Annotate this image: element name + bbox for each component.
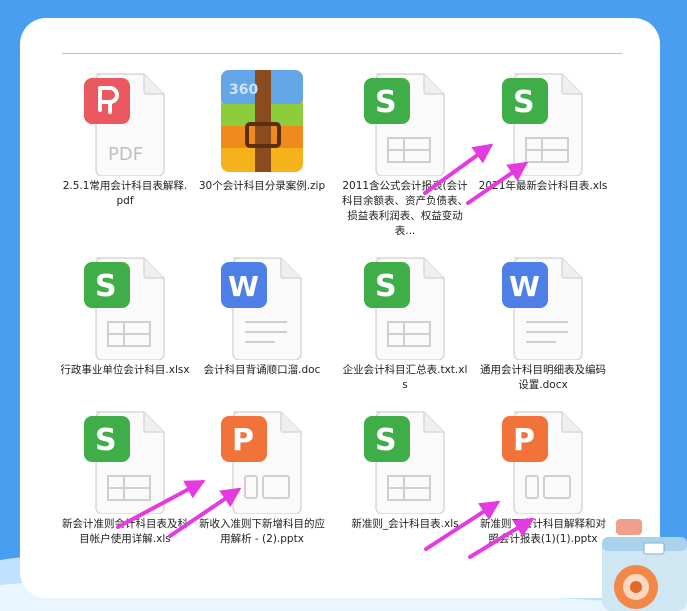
divider-line bbox=[62, 53, 622, 54]
file-name-label: 新准则下会计科目解释和对照会计报表(1)(1).pptx bbox=[480, 518, 606, 545]
file-tile[interactable]: S 行政事业单位会计科目.xlsx bbox=[60, 250, 190, 430]
file-tile[interactable]: PDF 2.5.1常用会计科目表解释.pdf bbox=[60, 66, 190, 246]
file-name-label: 30个会计科目分录案例.zip bbox=[198, 180, 326, 192]
file-tile[interactable]: S 新会计准则会计科目表及科目帐户使用详解.xls bbox=[60, 404, 190, 584]
file-tile[interactable]: 360 30个会计科目分录案例.zip bbox=[197, 66, 327, 246]
svg-text:W: W bbox=[509, 270, 540, 303]
svg-text:S: S bbox=[513, 85, 535, 120]
camera-illustration-icon bbox=[602, 519, 687, 611]
svg-text:S: S bbox=[375, 269, 397, 304]
file-name-label: 2.5.1常用会计科目表解释.pdf bbox=[62, 180, 188, 207]
file-tile[interactable]: W 通用会计科目明细表及编码设置.docx bbox=[478, 250, 608, 430]
file-tile[interactable]: P 新收入准则下新增科目的应用解析 - (2).pptx bbox=[197, 404, 327, 584]
file-name-label: 2011含公式会计报表(会计科目余额表、资产负债表、损益表利润表、权益变动表..… bbox=[342, 180, 468, 237]
spreadsheet-file-icon[interactable]: S bbox=[360, 250, 450, 361]
spreadsheet-file-icon[interactable]: S bbox=[80, 404, 170, 515]
svg-text:W: W bbox=[228, 270, 259, 303]
file-name-label: 企业会计科目汇总表.txt.xls bbox=[342, 364, 468, 391]
zip-archive-icon[interactable]: 360 bbox=[217, 66, 307, 176]
svg-text:S: S bbox=[95, 423, 117, 458]
word-file-icon[interactable]: W bbox=[217, 250, 307, 361]
file-tile[interactable]: S 2021年最新会计科目表.xls bbox=[478, 66, 608, 246]
presentation-file-icon[interactable]: P bbox=[498, 404, 588, 515]
svg-text:S: S bbox=[375, 85, 397, 120]
pdf-file-icon[interactable]: PDF bbox=[80, 66, 170, 177]
svg-text:PDF: PDF bbox=[108, 144, 143, 165]
file-tile[interactable]: S 企业会计科目汇总表.txt.xls bbox=[340, 250, 470, 430]
word-file-icon[interactable]: W bbox=[498, 250, 588, 361]
file-name-label: 行政事业单位会计科目.xlsx bbox=[60, 364, 190, 376]
file-tile[interactable]: S 2011含公式会计报表(会计科目余额表、资产负债表、损益表利润表、权益变动表.… bbox=[340, 66, 470, 246]
file-name-label: 新会计准则会计科目表及科目帐户使用详解.xls bbox=[62, 518, 188, 545]
svg-text:P: P bbox=[232, 423, 254, 458]
svg-text:S: S bbox=[375, 423, 397, 458]
spreadsheet-file-icon[interactable]: S bbox=[360, 404, 450, 515]
file-name-label: 新准则_会计科目表.xls bbox=[351, 518, 459, 530]
svg-text:360: 360 bbox=[229, 82, 258, 98]
svg-text:P: P bbox=[513, 423, 535, 458]
spreadsheet-file-icon[interactable]: S bbox=[80, 250, 170, 361]
file-name-label: 通用会计科目明细表及编码设置.docx bbox=[480, 364, 606, 391]
spreadsheet-file-icon[interactable]: S bbox=[498, 66, 588, 177]
file-tile[interactable]: S 新准则_会计科目表.xls bbox=[340, 404, 470, 584]
spreadsheet-file-icon[interactable]: S bbox=[360, 66, 450, 177]
file-name-label: 2021年最新会计科目表.xls bbox=[478, 180, 608, 192]
file-tile[interactable]: W 会计科目背诵顺口溜.doc bbox=[197, 250, 327, 430]
svg-text:S: S bbox=[95, 269, 117, 304]
file-tile[interactable]: P 新准则下会计科目解释和对照会计报表(1)(1).pptx bbox=[478, 404, 608, 584]
presentation-file-icon[interactable]: P bbox=[217, 404, 307, 515]
file-name-label: 新收入准则下新增科目的应用解析 - (2).pptx bbox=[199, 518, 325, 545]
file-name-label: 会计科目背诵顺口溜.doc bbox=[203, 364, 321, 376]
